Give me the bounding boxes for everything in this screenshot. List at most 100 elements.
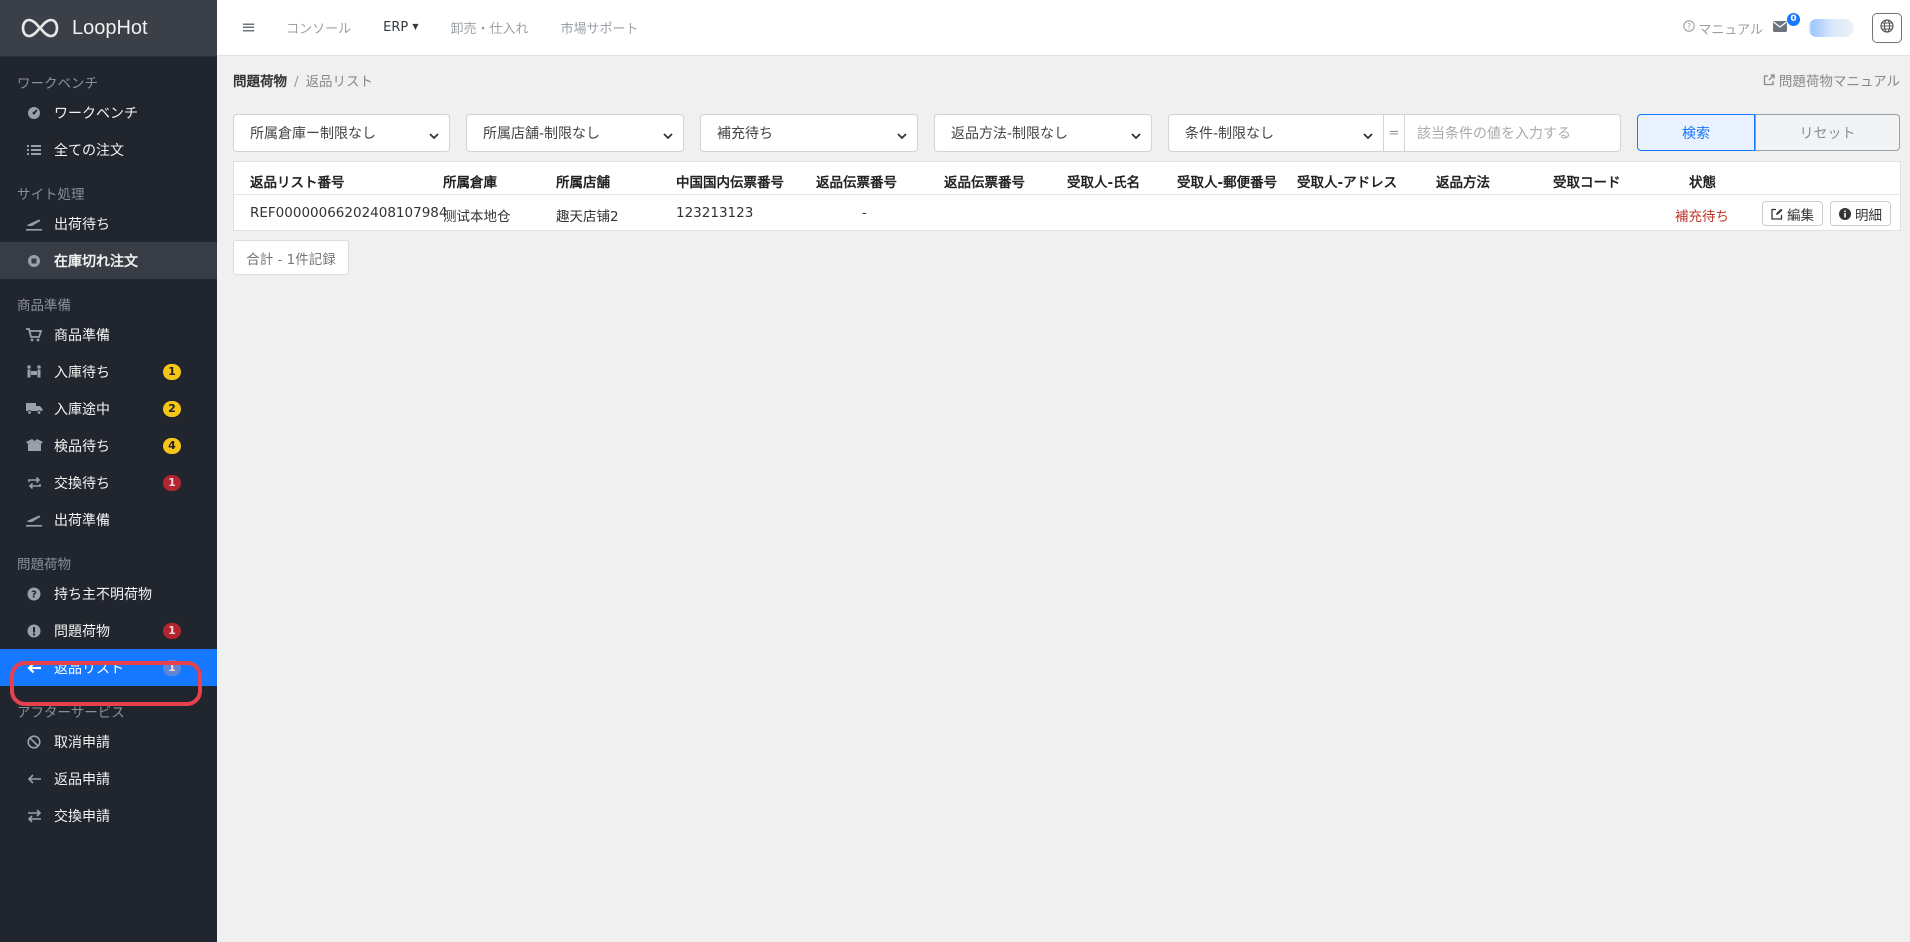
- status-select[interactable]: 補充待ち: [700, 114, 918, 152]
- sidebar-item-label: 交換待ち: [54, 475, 110, 492]
- nav-erp[interactable]: ERP ▼: [383, 20, 418, 35]
- exclamation-circle-icon: [25, 622, 43, 640]
- exchange-icon: [25, 474, 43, 492]
- sidebar-item-receiving[interactable]: 入庫途中 2: [0, 390, 217, 427]
- condition-select[interactable]: 条件-制限なし: [1168, 114, 1384, 152]
- sidebar-item-awaiting-inspection[interactable]: 検品待ち 4: [0, 427, 217, 464]
- chevron-down-icon: [663, 128, 673, 144]
- sidebar-item-label: 返品申請: [54, 771, 110, 788]
- truck-icon: [25, 400, 43, 418]
- external-link-icon: [1763, 74, 1775, 90]
- sidebar-item-label: 出荷準備: [54, 512, 110, 529]
- count-badge: 4: [163, 438, 181, 454]
- edit-button[interactable]: 編集: [1762, 201, 1823, 226]
- column-header: 返品方法: [1436, 175, 1490, 191]
- nav-market-support[interactable]: 市場サポート: [561, 18, 639, 37]
- topbar: ≡ コンソール ERP ▼ 卸売・仕入れ 市場サポート ? マニュアル 0: [217, 0, 1910, 56]
- sidebar-item-label: 全ての注文: [54, 142, 124, 159]
- infinity-logo-icon: [21, 18, 59, 38]
- info-circle-icon: [1839, 207, 1851, 220]
- nav-wholesale[interactable]: 卸売・仕入れ: [451, 18, 529, 37]
- nav-erp-label: ERP: [383, 20, 409, 35]
- sidebar-item-label: 取消申請: [54, 734, 110, 751]
- sidebar-item-unknown-owner[interactable]: ? 持ち主不明荷物: [0, 575, 217, 612]
- condition-value-input[interactable]: 該当条件の値を入力する: [1404, 114, 1621, 152]
- brand-name: LoopHot: [72, 16, 148, 39]
- cell-return-tracking: -: [862, 205, 867, 221]
- sidebar-item-label: 入庫途中: [54, 401, 110, 418]
- arrow-left-icon: [25, 659, 43, 677]
- column-header: 受取人-氏名: [1067, 175, 1141, 191]
- sidebar-item-workbench[interactable]: ワークベンチ: [0, 94, 217, 131]
- column-header: 返品リスト番号: [250, 175, 345, 191]
- cell-store: 趣天店铺2: [556, 209, 619, 225]
- chevron-down-icon: [897, 128, 907, 144]
- column-header: 中国国内伝票番号: [676, 175, 784, 191]
- sidebar-item-label: 在庫切れ注文: [54, 253, 138, 270]
- status-select-value: 補充待ち: [717, 126, 773, 142]
- people-carry-icon: [25, 363, 43, 381]
- return-method-select[interactable]: 返品方法-制限なし: [934, 114, 1152, 152]
- sidebar-item-label: 問題荷物: [54, 623, 110, 640]
- brand[interactable]: LoopHot: [0, 0, 217, 57]
- globe-icon: [1880, 19, 1894, 37]
- nav-console[interactable]: コンソール: [286, 18, 351, 37]
- manual-link[interactable]: ? マニュアル: [1683, 0, 1763, 56]
- sidebar-item-awaiting-shipment[interactable]: 出荷待ち: [0, 205, 217, 242]
- cart-icon: [25, 326, 43, 344]
- count-badge: 1: [163, 623, 181, 639]
- sidebar-item-problem-packages[interactable]: 問題荷物 1: [0, 612, 217, 649]
- warehouse-select[interactable]: 所属倉庫ー制限なし: [233, 114, 450, 152]
- row-divider: [234, 194, 1900, 195]
- problem-manual-link[interactable]: 問題荷物マニュアル: [1763, 70, 1900, 90]
- reset-button[interactable]: リセット: [1755, 114, 1900, 151]
- list-icon: [25, 141, 43, 159]
- question-circle-icon: ?: [25, 585, 43, 603]
- sidebar-item-return-request[interactable]: 返品申請: [0, 760, 217, 797]
- manual-label: マニュアル: [1698, 22, 1763, 38]
- return-list-table: 返品リスト番号 所属倉庫 所属店舗 中国国内伝票番号 返品伝票番号 返品伝票番号…: [233, 161, 1901, 231]
- detail-label: 明細: [1855, 207, 1882, 224]
- svg-text:?: ?: [31, 589, 37, 600]
- mail-button[interactable]: 0: [1773, 0, 1800, 56]
- store-select-value: 所属店舗-制限なし: [483, 126, 601, 142]
- sidebar-item-label: ワークベンチ: [54, 105, 138, 122]
- detail-button[interactable]: 明細: [1830, 201, 1891, 226]
- sidebar-item-label: 入庫待ち: [54, 364, 110, 381]
- language-button[interactable]: [1872, 13, 1902, 43]
- chevron-down-icon: [1131, 128, 1141, 144]
- count-badge: 1: [163, 660, 181, 676]
- sidebar-item-shipment-prep[interactable]: 出荷準備: [0, 501, 217, 538]
- cell-warehouse: 测试本地仓: [443, 209, 511, 225]
- exchange-icon: [25, 807, 43, 825]
- problem-manual-label: 問題荷物マニュアル: [1778, 74, 1900, 90]
- sidebar-item-product-prep[interactable]: 商品準備: [0, 316, 217, 353]
- column-header: 返品伝票番号: [816, 175, 897, 191]
- sidebar-item-return-list[interactable]: 返品リスト 1: [0, 649, 217, 686]
- section-after-service: アフターサービス: [17, 705, 125, 721]
- column-header: 返品伝票番号: [944, 175, 1025, 191]
- breadcrumb-parent[interactable]: 問題荷物: [233, 74, 287, 90]
- section-workbench: ワークベンチ: [17, 76, 98, 92]
- sidebar-item-cancel-request[interactable]: 取消申請: [0, 723, 217, 760]
- sidebar-item-label: 持ち主不明荷物: [54, 586, 152, 603]
- user-avatar[interactable]: [1808, 0, 1854, 56]
- return-method-select-value: 返品方法-制限なし: [951, 126, 1069, 142]
- warehouse-select-value: 所属倉庫ー制限なし: [250, 126, 376, 142]
- store-select[interactable]: 所属店舗-制限なし: [466, 114, 684, 152]
- sidebar-item-awaiting-exchange[interactable]: 交換待ち 1: [0, 464, 217, 501]
- plane-departure-icon: [25, 215, 43, 233]
- arrow-left-icon: [25, 770, 43, 788]
- dashboard-icon: [25, 104, 43, 122]
- sidebar-item-awaiting-receipt[interactable]: 入庫待ち 1: [0, 353, 217, 390]
- sidebar-item-exchange-request[interactable]: 交換申請: [0, 797, 217, 834]
- sidebar-item-all-orders[interactable]: 全ての注文: [0, 131, 217, 168]
- user-avatar-pill: [1808, 19, 1854, 37]
- column-header: 受取人-アドレス: [1297, 175, 1398, 191]
- sidebar-item-label: 交換申請: [54, 808, 110, 825]
- search-button[interactable]: 検索: [1637, 114, 1755, 151]
- sidebar-item-out-of-stock[interactable]: 在庫切れ注文: [0, 242, 217, 279]
- column-header: 受取コード: [1553, 175, 1621, 191]
- condition-select-value: 条件-制限なし: [1185, 126, 1275, 142]
- menu-toggle-icon[interactable]: ≡: [241, 17, 256, 38]
